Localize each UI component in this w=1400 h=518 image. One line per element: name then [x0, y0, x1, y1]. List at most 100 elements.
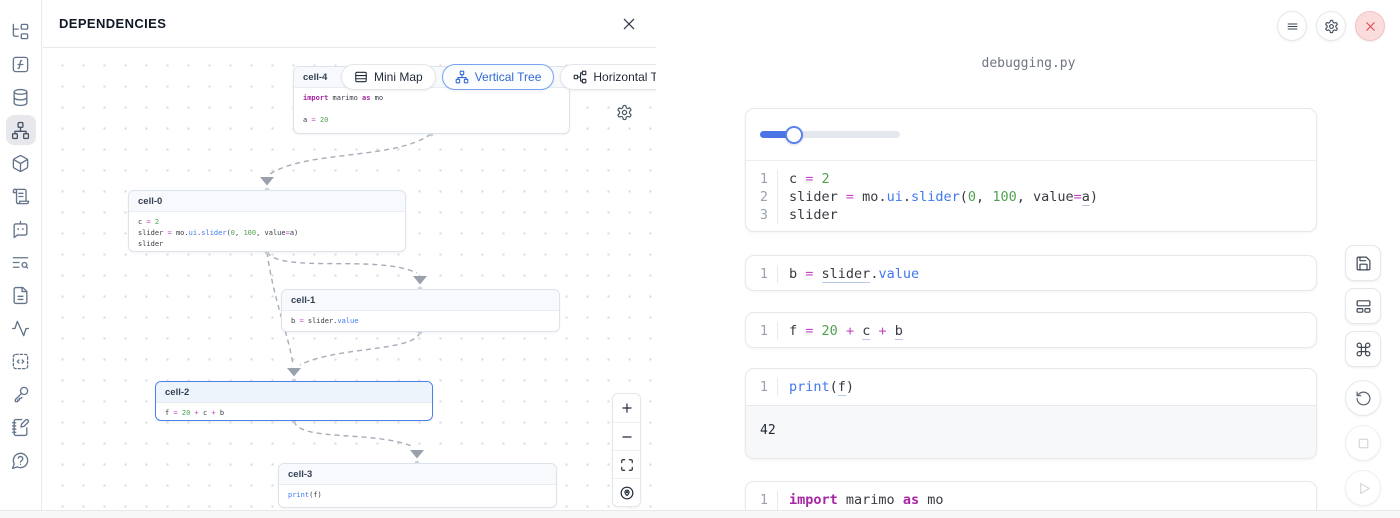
vertical-tree-icon — [455, 70, 469, 84]
function-square-icon — [11, 55, 30, 74]
stop-icon — [1355, 435, 1372, 452]
line-numbers: 123 — [746, 170, 778, 224]
graph-node-title: cell-1 — [282, 290, 559, 311]
horizontal-tree-icon — [573, 70, 587, 84]
code-lines: print(f) — [778, 378, 854, 396]
vertical-tree-button[interactable]: Vertical Tree — [442, 64, 555, 90]
graph-view-toggle: Mini Map Vertical Tree Horizontal Tree — [341, 64, 656, 90]
mini-map-button[interactable]: Mini Map — [341, 64, 436, 90]
shutdown-close-icon — [1363, 19, 1378, 34]
layout-toggle-button[interactable] — [1345, 288, 1381, 324]
sidebar-item-dependencies[interactable] — [6, 115, 36, 145]
zoom-out-button[interactable] — [613, 422, 640, 450]
notebook-filename[interactable]: debugging.py — [657, 56, 1400, 71]
graph-node-title: cell-2 — [156, 382, 432, 403]
slider-widget[interactable] — [760, 131, 900, 138]
menu-icon — [1285, 19, 1300, 34]
arrowhead-icon — [413, 276, 427, 285]
sidebar-item-packages[interactable] — [6, 148, 36, 178]
dependencies-panel-title: DEPENDENCIES — [59, 16, 166, 31]
notebook-cell-b[interactable]: 1 b = slider.value — [745, 255, 1317, 291]
line-numbers: 1 — [746, 378, 778, 396]
edge-cell0-cell1 — [267, 252, 417, 273]
gear-icon — [1324, 19, 1339, 34]
package-icon — [11, 154, 30, 173]
sidebar-item-search[interactable] — [6, 247, 36, 277]
dependency-graph-canvas[interactable]: cell-4 import marimo as mo a = 20 cell-0… — [43, 48, 656, 510]
menu-button[interactable] — [1277, 11, 1307, 41]
line-numbers: 1 — [746, 322, 778, 340]
fit-view-icon — [620, 458, 634, 472]
graph-node-code: b = slider.value — [282, 311, 559, 332]
arrowhead-icon — [287, 368, 301, 377]
undo-button[interactable] — [1345, 380, 1381, 416]
notebook-header-actions — [1277, 11, 1385, 41]
dependencies-panel-header: DEPENDENCIES — [43, 0, 656, 48]
keyboard-shortcuts-button[interactable] — [1345, 331, 1381, 367]
help-icon — [11, 451, 30, 470]
edge-cell2-cell3 — [294, 421, 414, 447]
layout-panels-icon — [1355, 298, 1372, 315]
center-view-button[interactable] — [613, 478, 640, 506]
settings-button[interactable] — [1316, 11, 1346, 41]
sidebar-item-help[interactable] — [6, 445, 36, 475]
status-bar — [0, 510, 1400, 518]
edge-cell1-cell2 — [300, 332, 420, 365]
code-editor[interactable]: 1 print(f) — [746, 369, 1316, 405]
arrowhead-icon — [410, 450, 424, 459]
dependency-graph-icon — [11, 121, 30, 140]
sidebar-item-documentation[interactable] — [6, 280, 36, 310]
database-icon — [11, 88, 30, 107]
sidebar-item-chat[interactable] — [6, 214, 36, 244]
sidebar-item-tracing[interactable] — [6, 313, 36, 343]
graph-settings-button[interactable] — [613, 101, 635, 123]
zoom-in-button[interactable] — [613, 394, 640, 422]
graph-node-title: cell-0 — [129, 191, 405, 212]
graph-node-cell-2[interactable]: cell-2 f = 20 + c + b — [155, 381, 433, 421]
code-lines: b = slider.value — [778, 265, 919, 283]
sidebar-item-variables[interactable] — [6, 49, 36, 79]
code-editor[interactable]: 1 f = 20 + c + b — [746, 313, 1316, 348]
fit-view-button[interactable] — [613, 450, 640, 478]
code-editor[interactable]: 123 c = 2slider = mo.ui.slider(0, 100, v… — [746, 161, 1316, 232]
zoom-in-icon — [620, 401, 634, 415]
graph-node-cell-0[interactable]: cell-0 c = 2slider = mo.ui.slider(0, 100… — [128, 190, 406, 252]
stop-button[interactable] — [1345, 425, 1381, 461]
list-search-icon — [11, 253, 30, 272]
sidebar-item-snippets[interactable] — [6, 346, 36, 376]
gear-icon — [616, 104, 633, 121]
save-button[interactable] — [1345, 245, 1381, 281]
notebook-cell-print[interactable]: 1 print(f) 42 — [745, 368, 1317, 459]
shutdown-button[interactable] — [1355, 11, 1385, 41]
document-icon — [11, 286, 30, 305]
scroll-icon — [11, 187, 30, 206]
sidebar-item-file-explorer[interactable] — [6, 16, 36, 46]
close-panel-button[interactable] — [618, 13, 640, 35]
chat-bot-icon — [11, 220, 30, 239]
notebook-cell-slider[interactable]: 123 c = 2slider = mo.ui.slider(0, 100, v… — [745, 108, 1317, 232]
sidebar-item-logs[interactable] — [6, 181, 36, 211]
mini-map-icon — [354, 70, 368, 84]
undo-icon — [1355, 390, 1372, 407]
key-icon — [11, 385, 30, 404]
notebook-cell-f[interactable]: 1 f = 20 + c + b — [745, 312, 1317, 348]
scratchpad-icon — [11, 418, 30, 437]
notebook-area: debugging.py 123 c = 2slider = mo.ui.sli… — [657, 0, 1400, 510]
file-tree-icon — [11, 22, 30, 41]
snippets-icon — [11, 352, 30, 371]
slider-thumb[interactable] — [785, 126, 803, 144]
sidebar-item-secrets[interactable] — [6, 379, 36, 409]
code-lines: c = 2slider = mo.ui.slider(0, 100, value… — [778, 170, 1098, 224]
horizontal-tree-button[interactable]: Horizontal Tree — [560, 64, 656, 90]
code-lines: f = 20 + c + b — [778, 322, 903, 340]
close-icon — [621, 16, 637, 32]
sidebar-item-scratchpad[interactable] — [6, 412, 36, 442]
line-numbers: 1 — [746, 265, 778, 283]
sidebar-item-datasets[interactable] — [6, 82, 36, 112]
graph-node-code: c = 2slider = mo.ui.slider(0, 100, value… — [129, 212, 405, 252]
graph-node-cell-1[interactable]: cell-1 b = slider.value — [281, 289, 560, 332]
run-button[interactable] — [1345, 470, 1381, 506]
graph-node-cell-3[interactable]: cell-3 print(f) — [278, 463, 557, 508]
graph-node-code: import marimo as mo a = 20 — [294, 88, 569, 131]
code-editor[interactable]: 1 b = slider.value — [746, 256, 1316, 291]
